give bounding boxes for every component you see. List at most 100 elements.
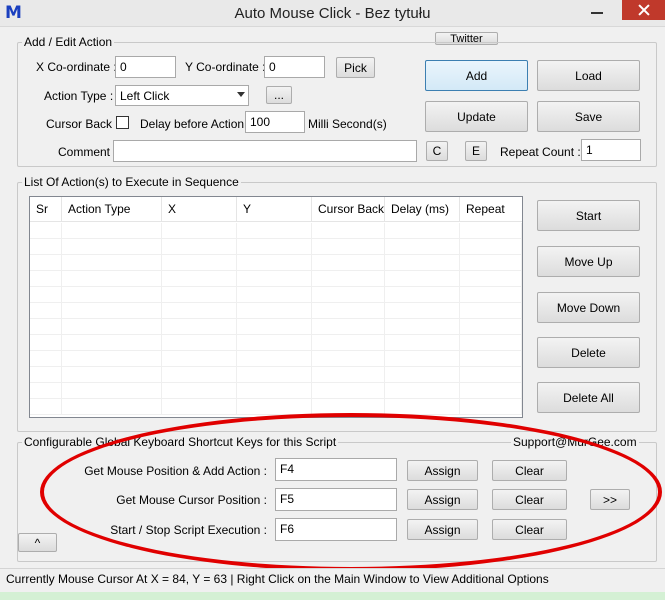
table-cell — [460, 239, 522, 255]
table-row[interactable] — [30, 335, 522, 351]
table-cell — [460, 303, 522, 319]
table-cell — [162, 335, 237, 351]
table-cell — [460, 287, 522, 303]
save-button[interactable]: Save — [537, 101, 640, 132]
shortcut-input-add-action[interactable]: F4 — [275, 458, 397, 481]
table-cell — [460, 383, 522, 399]
table-cell — [312, 271, 385, 287]
table-cell — [460, 399, 522, 415]
cursor-back-label: Cursor Back : — [46, 117, 119, 131]
table-row[interactable] — [30, 223, 522, 239]
close-icon[interactable] — [622, 0, 665, 20]
table-cell — [237, 287, 312, 303]
table-cell — [162, 255, 237, 271]
table-row[interactable] — [30, 255, 522, 271]
table-cell — [30, 335, 62, 351]
delete-button[interactable]: Delete — [537, 337, 640, 368]
clear-button-cursor-position[interactable]: Clear — [492, 489, 567, 510]
table-cell — [62, 367, 162, 383]
column-header-y[interactable]: Y — [237, 197, 312, 222]
comment-e-button[interactable]: E — [465, 141, 487, 161]
add-button[interactable]: Add — [425, 60, 528, 91]
table-cell — [62, 335, 162, 351]
delete-all-button[interactable]: Delete All — [537, 382, 640, 413]
more-options-button[interactable]: >> — [590, 489, 630, 510]
assign-button-cursor-position[interactable]: Assign — [407, 489, 478, 510]
column-header-x[interactable]: X — [162, 197, 237, 222]
bottom-strip — [0, 592, 665, 600]
comment-input[interactable] — [113, 140, 417, 162]
table-cell — [30, 239, 62, 255]
chevron-down-icon — [237, 92, 245, 97]
support-email-link[interactable]: Support@MurGee.com — [511, 435, 639, 449]
table-cell — [237, 367, 312, 383]
table-cell — [237, 399, 312, 415]
table-cell — [62, 303, 162, 319]
status-text: Currently Mouse Cursor At X = 84, Y = 63… — [6, 572, 549, 586]
start-button[interactable]: Start — [537, 200, 640, 231]
table-cell — [312, 239, 385, 255]
shortcut-label-start-stop: Start / Stop Script Execution : — [110, 523, 267, 537]
minimize-icon[interactable] — [582, 0, 612, 20]
table-cell — [237, 335, 312, 351]
action-options-button[interactable]: ... — [266, 86, 292, 104]
clear-button-add-action[interactable]: Clear — [492, 460, 567, 481]
table-cell — [30, 223, 62, 239]
delay-label: Delay before Action : — [140, 117, 251, 131]
table-cell — [385, 223, 460, 239]
action-list-legend: List Of Action(s) to Execute in Sequence — [22, 175, 241, 189]
table-cell — [62, 271, 162, 287]
action-list-table[interactable]: Sr Action Type X Y Cursor Back Delay (ms… — [29, 196, 523, 418]
table-row[interactable] — [30, 271, 522, 287]
clear-button-start-stop[interactable]: Clear — [492, 519, 567, 540]
table-cell — [312, 335, 385, 351]
table-cell — [62, 239, 162, 255]
pick-button[interactable]: Pick — [336, 57, 375, 78]
table-row[interactable] — [30, 287, 522, 303]
table-row[interactable] — [30, 367, 522, 383]
table-cell — [312, 351, 385, 367]
assign-button-start-stop[interactable]: Assign — [407, 519, 478, 540]
move-down-button[interactable]: Move Down — [537, 292, 640, 323]
move-up-button[interactable]: Move Up — [537, 246, 640, 277]
column-header-cursor-back[interactable]: Cursor Back — [312, 197, 385, 222]
x-coordinate-input[interactable]: 0 — [115, 56, 176, 78]
table-cell — [62, 223, 162, 239]
repeat-count-label: Repeat Count : — [500, 145, 581, 159]
table-row[interactable] — [30, 239, 522, 255]
collapse-button[interactable]: ^ — [18, 533, 57, 552]
table-row[interactable] — [30, 399, 522, 415]
column-header-action-type[interactable]: Action Type — [62, 197, 162, 222]
table-row[interactable] — [30, 303, 522, 319]
table-cell — [30, 399, 62, 415]
shortcut-input-cursor-position[interactable]: F5 — [275, 488, 397, 511]
table-row[interactable] — [30, 319, 522, 335]
table-header: Sr Action Type X Y Cursor Back Delay (ms… — [30, 197, 522, 222]
table-cell — [385, 287, 460, 303]
table-cell — [162, 287, 237, 303]
delay-input[interactable]: 100 — [245, 111, 305, 133]
shortcut-input-start-stop[interactable]: F6 — [275, 518, 397, 541]
table-cell — [162, 351, 237, 367]
table-cell — [237, 271, 312, 287]
cursor-back-checkbox[interactable] — [116, 116, 129, 129]
table-row[interactable] — [30, 383, 522, 399]
table-cell — [162, 383, 237, 399]
table-cell — [460, 351, 522, 367]
y-coordinate-input[interactable]: 0 — [264, 56, 325, 78]
column-header-repeat[interactable]: Repeat — [460, 197, 522, 222]
column-header-delay[interactable]: Delay (ms) — [385, 197, 460, 222]
load-button[interactable]: Load — [537, 60, 640, 91]
table-cell — [385, 367, 460, 383]
table-cell — [62, 383, 162, 399]
action-type-select[interactable]: Left Click — [115, 85, 249, 106]
comment-c-button[interactable]: C — [426, 141, 448, 161]
assign-button-add-action[interactable]: Assign — [407, 460, 478, 481]
table-cell — [460, 223, 522, 239]
column-header-sr[interactable]: Sr — [30, 197, 62, 222]
table-row[interactable] — [30, 351, 522, 367]
update-button[interactable]: Update — [425, 101, 528, 132]
y-coordinate-label: Y Co-ordinate : — [185, 60, 266, 74]
repeat-count-input[interactable]: 1 — [581, 139, 641, 161]
shortcuts-legend: Configurable Global Keyboard Shortcut Ke… — [22, 435, 339, 449]
